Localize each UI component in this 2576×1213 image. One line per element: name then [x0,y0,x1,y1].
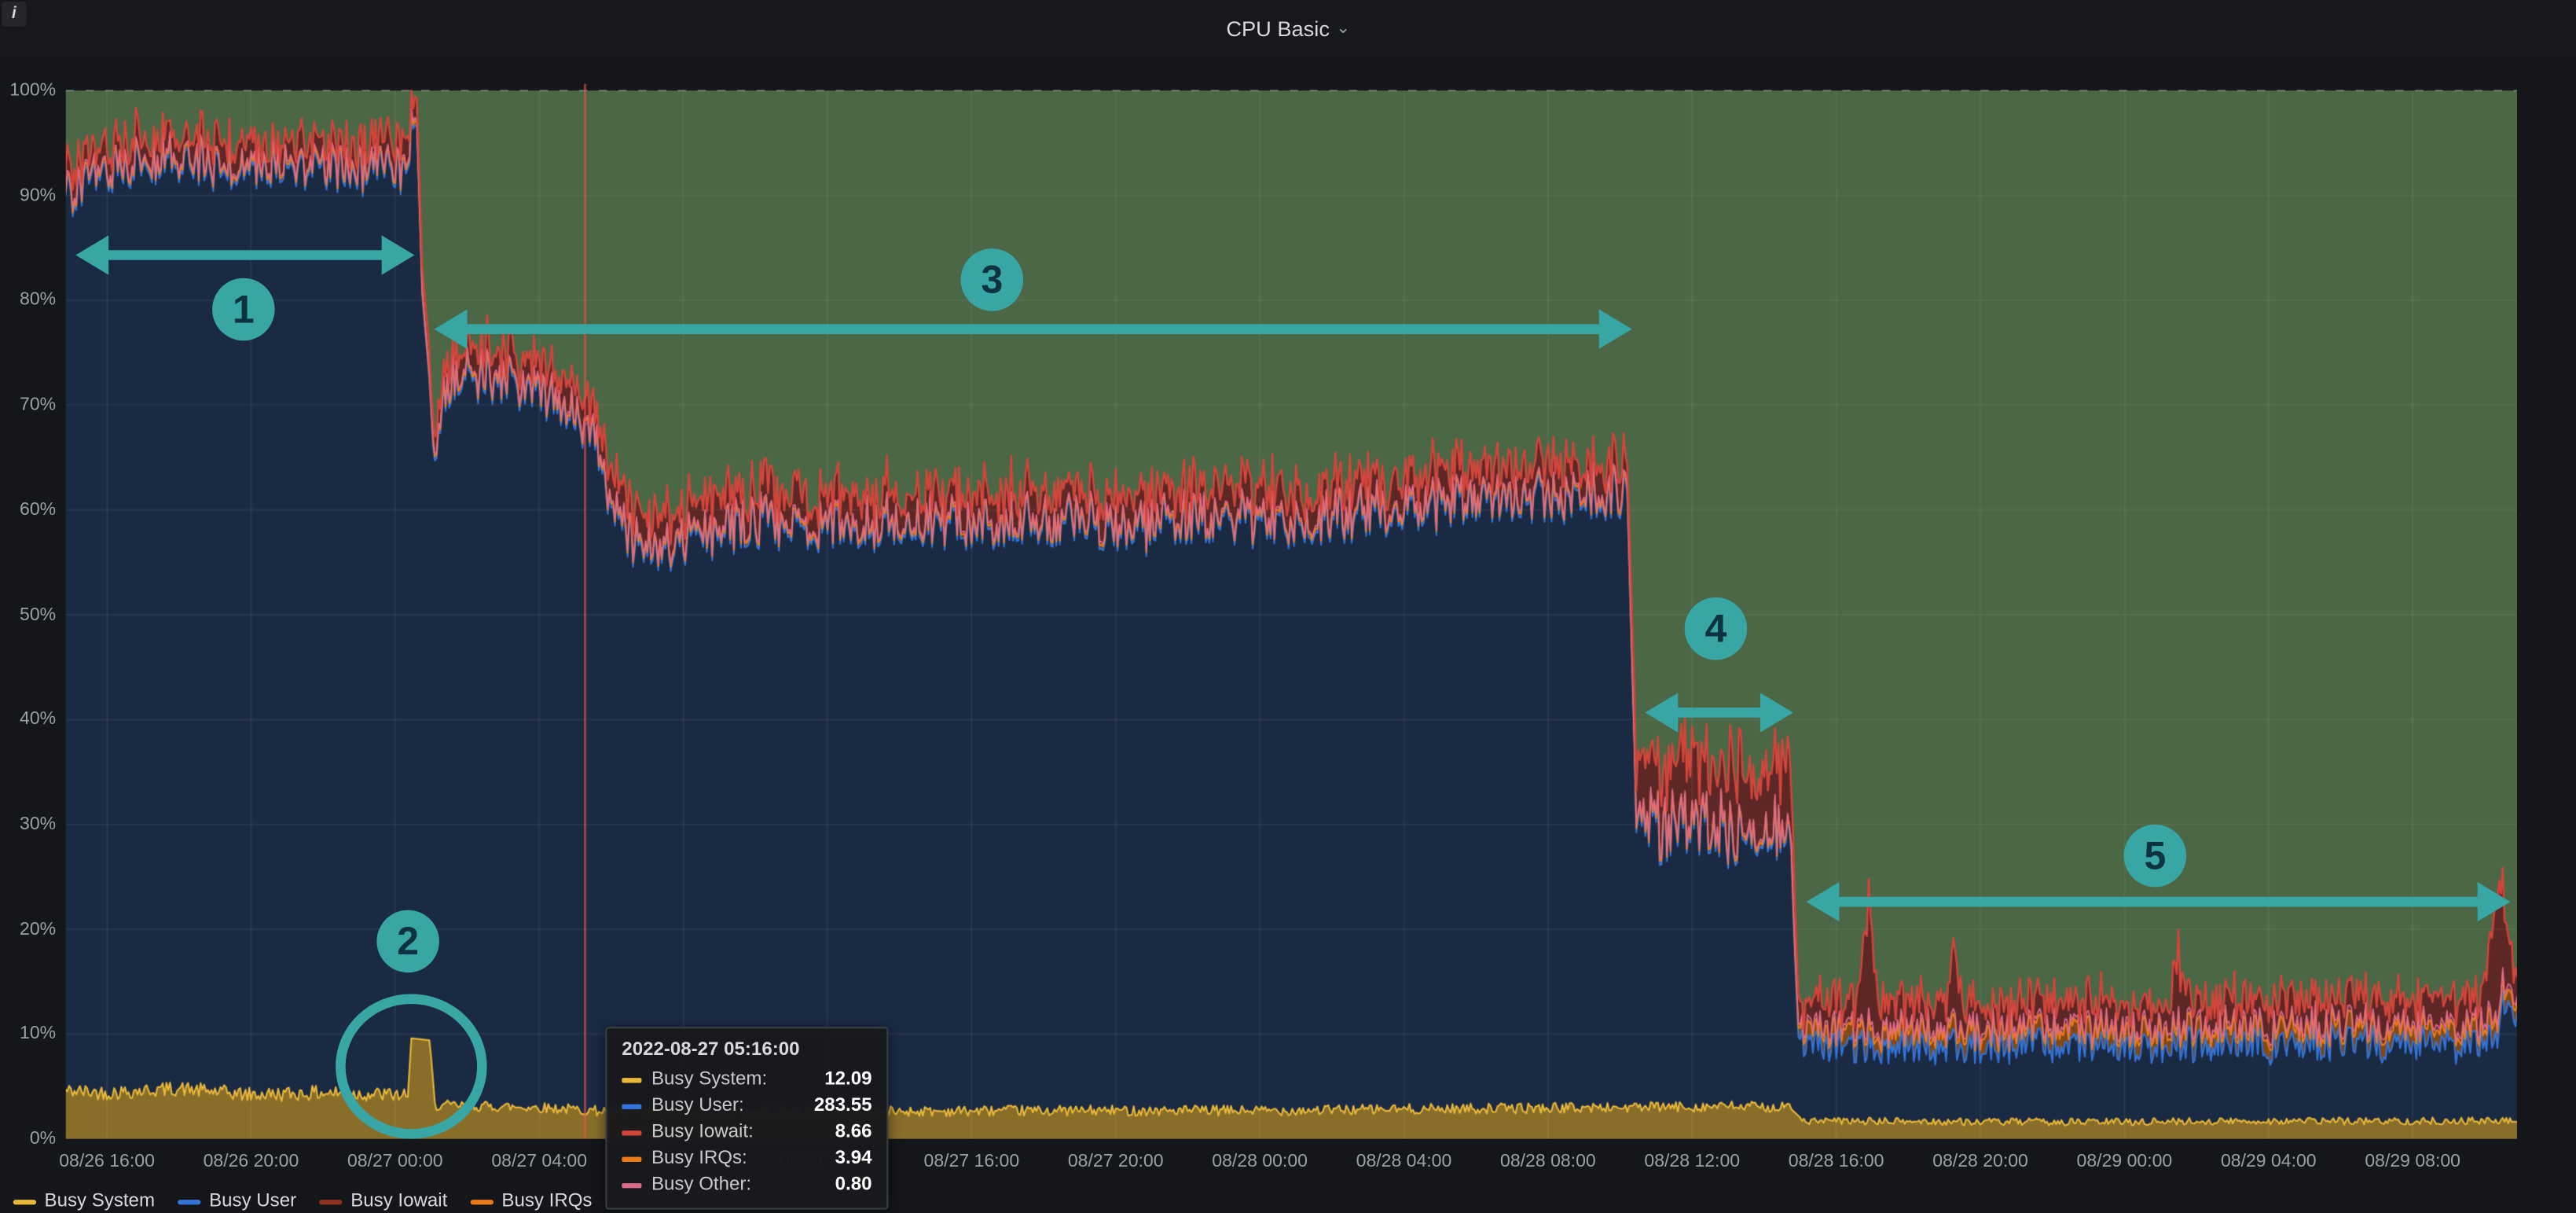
legend-swatch [471,1199,494,1204]
x-tick-label: 08/29 00:00 [2055,1152,2193,1171]
x-tick-label: 08/29 08:00 [2343,1152,2482,1171]
tooltip-row: Busy Iowait: 8.66 [622,1123,872,1142]
hover-tooltip: 2022-08-27 05:16:00 Busy System:12.09Bus… [605,1027,888,1209]
y-tick-label: 100% [0,81,56,101]
x-tick-label: 08/27 00:00 [326,1152,464,1171]
legend-label: Busy IRQs [501,1192,592,1211]
tooltip-series-label: Busy System: [651,1070,815,1090]
tooltip-series-swatch [622,1130,641,1134]
legend-item-busy-irqs[interactable]: Busy IRQs [471,1192,593,1211]
chevron-down-icon: ⌄ [1336,19,1350,37]
tooltip-series-swatch [622,1182,641,1187]
panel-info-icon[interactable]: i [2,2,26,26]
tooltip-series-label: Busy IRQs: [651,1149,825,1168]
tooltip-series-swatch [622,1156,641,1161]
y-tick-label: 60% [0,500,56,520]
panel-title-text: CPU Basic [1226,16,1330,40]
x-tick-label: 08/28 16:00 [1767,1152,1906,1171]
x-tick-label: 08/28 04:00 [1335,1152,1473,1171]
y-tick-label: 90% [0,186,56,205]
tooltip-row: Busy User: 283.55 [622,1096,872,1116]
x-tick-label: 08/28 08:00 [1479,1152,1617,1171]
tooltip-rows: Busy System: 12.09 Busy User: 283.55 Busy Io… [622,1070,872,1195]
tooltip-series-label: Busy Other: [651,1175,825,1195]
cpu-chart-canvas[interactable] [66,77,2517,1138]
y-tick-label: 20% [0,919,56,939]
tooltip-series-label: Busy User: [651,1096,804,1116]
cpu-basic-panel: CPU Basic ⌄ i 0% 10% 20% 30% 40% 50% 60% 70% 80%… [0,0,2576,1213]
panel-title[interactable]: CPU Basic ⌄ [1226,16,1350,40]
x-tick-label: 08/26 20:00 [182,1152,321,1171]
x-tick-label: 08/26 16:00 [38,1152,176,1171]
legend-item-busy-system[interactable]: Busy System [13,1192,155,1211]
y-tick-label: 80% [0,290,56,310]
tooltip-series-swatch [622,1104,641,1108]
legend-swatch [13,1199,36,1204]
tooltip-series-value: 3.94 [835,1149,872,1168]
x-tick-label: 08/28 20:00 [1911,1152,2049,1171]
legend-swatch [178,1199,200,1204]
legend-item-busy-user[interactable]: Busy User [178,1192,296,1211]
legend-swatch [319,1199,342,1204]
x-tick-label: 08/27 20:00 [1047,1152,1185,1171]
legend: Busy System Busy User Busy Iowait Busy IRQs [13,1192,593,1211]
tooltip-timestamp: 2022-08-27 05:16:00 [622,1040,872,1060]
x-tick-label: 08/27 04:00 [470,1152,608,1171]
tooltip-series-swatch [622,1077,641,1082]
x-tick-label: 08/28 12:00 [1623,1152,1761,1171]
tooltip-series-label: Busy Iowait: [651,1123,825,1142]
tooltip-series-value: 283.55 [814,1096,872,1116]
x-tick-label: 08/27 16:00 [902,1152,1040,1171]
y-tick-label: 0% [0,1129,56,1149]
tooltip-row: Busy Other: 0.80 [622,1175,872,1195]
legend-label: Busy Iowait [350,1192,447,1211]
legend-label: Busy User [209,1192,296,1211]
y-tick-label: 70% [0,395,56,415]
panel-header: CPU Basic ⌄ [0,0,2576,56]
x-tick-label: 08/28 00:00 [1191,1152,1329,1171]
y-tick-label: 30% [0,814,56,834]
tooltip-row: Busy System: 12.09 [622,1070,872,1090]
y-tick-label: 10% [0,1024,56,1044]
y-tick-label: 50% [0,605,56,624]
x-tick-label: 08/29 04:00 [2200,1152,2338,1171]
tooltip-series-value: 12.09 [824,1070,872,1090]
tooltip-series-value: 0.80 [835,1175,872,1195]
tooltip-series-value: 8.66 [835,1123,872,1142]
tooltip-row: Busy IRQs: 3.94 [622,1149,872,1168]
y-tick-label: 40% [0,710,56,730]
legend-label: Busy System [45,1192,155,1211]
legend-item-busy-iowait[interactable]: Busy Iowait [319,1192,447,1211]
